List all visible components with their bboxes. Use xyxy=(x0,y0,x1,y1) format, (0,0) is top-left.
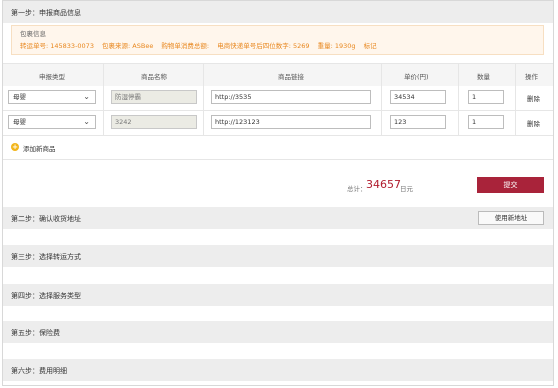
add-item-label: 添加新商品 xyxy=(23,145,56,153)
chevron-down-icon: ⌄ xyxy=(83,92,90,101)
package-info-line: 转运单号: 145833-0073 包裹来源: ASBee 购物单消费总额: 电… xyxy=(20,40,383,50)
step3-title: 第三步：选择转运方式 xyxy=(11,253,81,261)
use-new-address-button[interactable]: 使用新地址 xyxy=(478,211,544,225)
column-divider xyxy=(103,63,104,135)
goods-row: 母婴 ⌄ 3242 http://123123 123 1 删除 xyxy=(3,111,553,136)
goods-link-input[interactable]: http://3535 xyxy=(211,90,371,104)
package-source: 包裹来源: ASBee xyxy=(102,42,154,50)
column-divider xyxy=(203,63,204,135)
package-mark: 标记 xyxy=(363,42,377,50)
delete-link[interactable]: 删除 xyxy=(527,118,540,128)
step4-title: 第四步：选择服务类型 xyxy=(11,292,81,300)
plus-icon: + xyxy=(11,143,19,151)
goods-row: 母婴 ⌄ 防湿停霸 http://3535 34534 1 删除 xyxy=(3,86,553,111)
column-header-link: 商品链接 xyxy=(278,73,304,81)
column-header-name: 商品名称 xyxy=(141,73,167,81)
declare-type-value: 母婴 xyxy=(13,93,26,101)
column-header-price: 单价(円) xyxy=(404,73,429,81)
tracking-last4: 电商快递单号后四位数字: 5269 xyxy=(217,42,310,50)
total-label: 总计： xyxy=(347,185,367,193)
chevron-down-icon: ⌄ xyxy=(83,117,90,126)
step2-header[interactable]: 第二步：确认收货地址 使用新地址 xyxy=(3,207,553,229)
quantity-input[interactable]: 1 xyxy=(468,90,504,104)
total-value: 34657 xyxy=(366,178,401,191)
column-divider xyxy=(458,63,459,135)
goods-name-input[interactable]: 防湿停霸 xyxy=(111,90,197,104)
declare-type-value: 母婴 xyxy=(13,118,26,126)
declare-type-select[interactable]: 母婴 ⌄ xyxy=(8,115,96,129)
column-header-type: 申报类型 xyxy=(39,73,65,81)
tracking-number: 转运单号: 145833-0073 xyxy=(20,42,94,50)
step5-title: 第五步：保险费 xyxy=(11,329,60,337)
column-divider xyxy=(381,63,382,135)
unit-price-input[interactable]: 34534 xyxy=(390,90,446,104)
order-amount: 购物单消费总额: xyxy=(161,42,210,50)
step6-header[interactable]: 第六步：费用明细 xyxy=(3,359,553,381)
column-header-qty: 数量 xyxy=(477,73,490,81)
step5-header[interactable]: 第五步：保险费 xyxy=(3,321,553,343)
package-info-heading: 包裹信息 xyxy=(20,30,46,38)
package-weight: 重量: 1930g xyxy=(317,42,356,50)
column-header-action: 操作 xyxy=(525,73,538,81)
add-item-row[interactable]: + 添加新商品 xyxy=(3,135,553,160)
submit-button[interactable]: 提交 xyxy=(477,177,544,193)
step2-title: 第二步：确认收货地址 xyxy=(11,215,81,223)
order-form: 第一步：申报商品信息 包裹信息 转运单号: 145833-0073 包裹来源: … xyxy=(2,0,554,386)
unit-price-input[interactable]: 123 xyxy=(390,115,446,129)
goods-name-input[interactable]: 3242 xyxy=(111,115,197,129)
goods-link-input[interactable]: http://123123 xyxy=(211,115,371,129)
step3-header[interactable]: 第三步：选择转运方式 xyxy=(3,245,553,267)
package-info-box: 包裹信息 转运单号: 145833-0073 包裹来源: ASBee 购物单消费… xyxy=(11,25,544,55)
quantity-input[interactable]: 1 xyxy=(468,115,504,129)
step1-header[interactable]: 第一步：申报商品信息 xyxy=(3,1,553,23)
goods-table-header: 申报类型 商品名称 商品链接 单价(円) 数量 操作 xyxy=(3,63,553,87)
step1-title: 第一步：申报商品信息 xyxy=(11,9,81,17)
declare-type-select[interactable]: 母婴 ⌄ xyxy=(8,90,96,104)
step4-header[interactable]: 第四步：选择服务类型 xyxy=(3,284,553,306)
step6-title: 第六步：费用明细 xyxy=(11,367,67,375)
total-unit: 日元 xyxy=(400,185,413,193)
column-divider xyxy=(515,63,516,135)
delete-link[interactable]: 删除 xyxy=(527,93,540,103)
